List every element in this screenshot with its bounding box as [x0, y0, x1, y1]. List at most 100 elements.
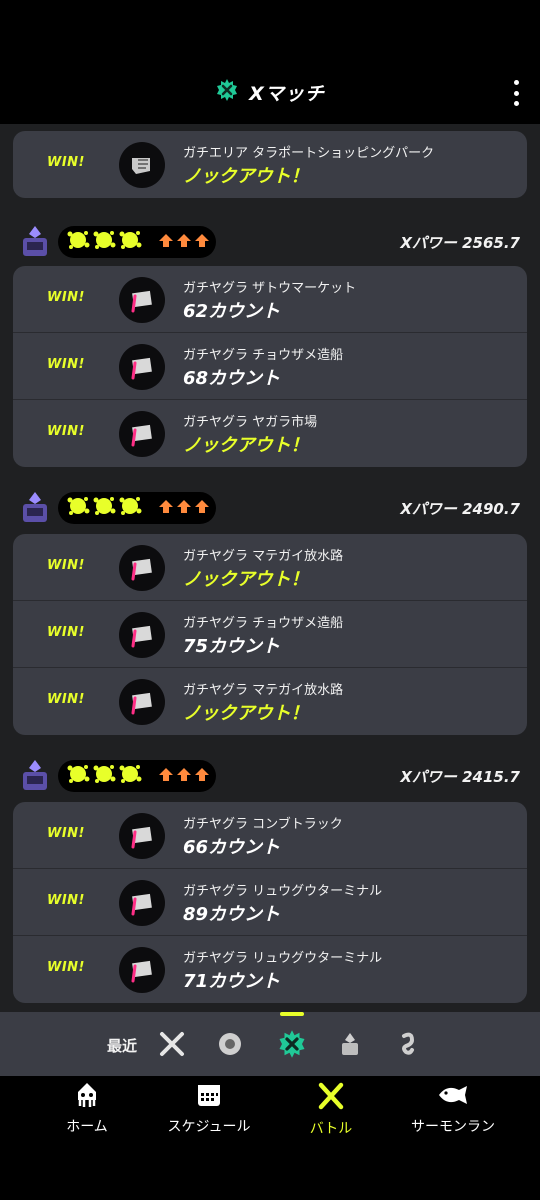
battle-group-card: WIN! ガチエリア タラポートショッピングパーク ノックアウト！ [13, 131, 527, 198]
tower-control-icon [119, 947, 165, 993]
stage-name: ガチヤグラ リュウグウターミナル [183, 951, 383, 966]
selected-indicator [280, 1012, 304, 1016]
stage-name: ガチヤグラ チョウザメ造船 [183, 616, 344, 631]
top-app-bar: Xマッチ [0, 60, 540, 124]
battle-row[interactable]: WIN! ガチヤグラ リュウグウターミナル 71カウント [13, 936, 527, 1003]
x-match-filter-icon[interactable] [276, 1028, 308, 1060]
battle-result: 89カウント [183, 904, 281, 925]
stage-name: ガチヤグラ チョウザメ造船 [183, 348, 344, 363]
win-label: WIN! [47, 960, 85, 975]
more-dot-icon [513, 80, 519, 85]
stage-name: ガチエリア タラポートショッピングパーク [183, 146, 435, 161]
battle-row[interactable]: WIN! ガチヤグラ マテガイ放水路 ノックアウト！ [13, 534, 527, 601]
arrow-up-icon [194, 766, 210, 786]
battle-row[interactable]: WIN! ガチヤグラ リュウグウターミナル 89カウント [13, 869, 527, 936]
x-rank-icon [18, 224, 52, 260]
more-dot-icon [513, 90, 519, 96]
nav-schedule[interactable]: スケジュール [149, 1082, 269, 1135]
match-result-pill [58, 226, 216, 258]
win-label: WIN! [47, 893, 85, 908]
tower-control-icon [119, 411, 165, 457]
battle-group-card: WIN! ガチヤグラ マテガイ放水路 ノックアウト！ WIN! ガチヤグラ チョ… [13, 534, 527, 735]
win-label: WIN! [47, 625, 85, 640]
tower-control-icon [119, 813, 165, 859]
arrow-up-icon [194, 232, 210, 252]
battle-result: ノックアウト！ [183, 435, 309, 456]
battle-row[interactable]: WIN! ガチヤグラ コンブトラック 66カウント [13, 802, 527, 869]
battle-result: ノックアウト！ [183, 569, 309, 590]
win-label: WIN! [47, 424, 85, 439]
nav-schedule-label: スケジュール [167, 1119, 251, 1135]
private-battle-icon[interactable] [392, 1028, 424, 1060]
more-dot-icon [513, 101, 519, 106]
group-header: Xパワー 2490.7 [0, 488, 540, 528]
battle-row[interactable]: WIN! ガチヤグラ ザトウマーケット 62カウント [13, 266, 527, 333]
stage-name: ガチヤグラ リュウグウターミナル [183, 884, 383, 899]
battle-row[interactable]: WIN! ガチヤグラ チョウザメ造船 75カウント [13, 601, 527, 668]
stage-name: ガチヤグラ ザトウマーケット [183, 281, 357, 296]
nav-salmon-run-label: サーモンラン [411, 1119, 495, 1135]
battle-result: 66カウント [183, 837, 281, 858]
tower-control-icon [119, 679, 165, 725]
group-header: Xパワー 2415.7 [0, 756, 540, 796]
x-rank-icon [18, 490, 52, 526]
nav-battle[interactable]: バトル [271, 1082, 391, 1137]
x-rank-icon [18, 758, 52, 794]
ink-splat-icon [66, 762, 90, 790]
tower-control-icon [119, 612, 165, 658]
arrow-up-icon [176, 232, 192, 252]
stage-name: ガチヤグラ コンブトラック [183, 817, 343, 832]
ink-splat-icon [66, 228, 90, 256]
battle-type-filter-bar: 最近 [0, 1012, 540, 1076]
arrow-up-icon [176, 498, 192, 518]
ink-splat-icon [118, 762, 142, 790]
battle-row[interactable]: WIN! ガチヤグラ チョウザメ造船 68カウント [13, 333, 527, 400]
stage-name: ガチヤグラ マテガイ放水路 [183, 549, 344, 564]
regular-battle-icon[interactable] [156, 1028, 188, 1060]
x-power-value: Xパワー 2490.7 [400, 500, 520, 518]
win-label: WIN! [47, 290, 85, 305]
ink-splat-icon [118, 494, 142, 522]
battle-icon [317, 1082, 345, 1114]
battle-result: 75カウント [183, 636, 281, 657]
bottom-navigation: ホーム スケジュール バトル サーモンラン [0, 1076, 540, 1138]
ink-splat-icon [92, 228, 116, 256]
battle-history-list[interactable]: WIN! ガチエリア タラポートショッピングパーク ノックアウト！ Xパワー 2… [0, 124, 540, 1012]
tower-control-icon [119, 344, 165, 390]
tower-control-icon [119, 277, 165, 323]
nav-salmon-run[interactable]: サーモンラン [393, 1082, 513, 1135]
splat-zones-icon [119, 142, 165, 188]
stage-name: ガチヤグラ マテガイ放水路 [183, 683, 344, 698]
group-header: Xパワー 2565.7 [0, 222, 540, 262]
page-title: Xマッチ [249, 82, 325, 105]
arrow-up-icon [158, 498, 174, 518]
system-nav-area [0, 1138, 540, 1200]
battle-result: 62カウント [183, 301, 281, 322]
status-bar [0, 0, 540, 60]
x-power-value: Xパワー 2415.7 [400, 768, 520, 786]
arrow-up-icon [158, 232, 174, 252]
ink-splat-icon [66, 494, 90, 522]
nav-home-label: ホーム [66, 1119, 108, 1135]
bankara-battle-icon[interactable] [214, 1028, 246, 1060]
battle-row[interactable]: WIN! ガチヤグラ マテガイ放水路 ノックアウト！ [13, 668, 527, 735]
filter-recent-label[interactable]: 最近 [107, 1035, 137, 1056]
ink-splat-icon [92, 494, 116, 522]
battle-result: 68カウント [183, 368, 281, 389]
more-options-button[interactable] [510, 80, 522, 106]
ink-splat-icon [92, 762, 116, 790]
match-result-pill [58, 760, 216, 792]
calendar-icon [196, 1082, 222, 1112]
match-result-pill [58, 492, 216, 524]
win-label: WIN! [47, 155, 85, 170]
nav-home[interactable]: ホーム [27, 1082, 147, 1135]
arrow-up-icon [194, 498, 210, 518]
league-icon[interactable] [334, 1028, 366, 1060]
battle-row[interactable]: WIN! ガチヤグラ ヤガラ市場 ノックアウト！ [13, 400, 527, 467]
arrow-up-icon [176, 766, 192, 786]
x-match-icon [215, 78, 239, 106]
battle-result: 71カウント [183, 971, 281, 992]
title-wrap: Xマッチ [215, 78, 325, 106]
battle-row[interactable]: WIN! ガチエリア タラポートショッピングパーク ノックアウト！ [13, 131, 527, 198]
tower-control-icon [119, 545, 165, 591]
